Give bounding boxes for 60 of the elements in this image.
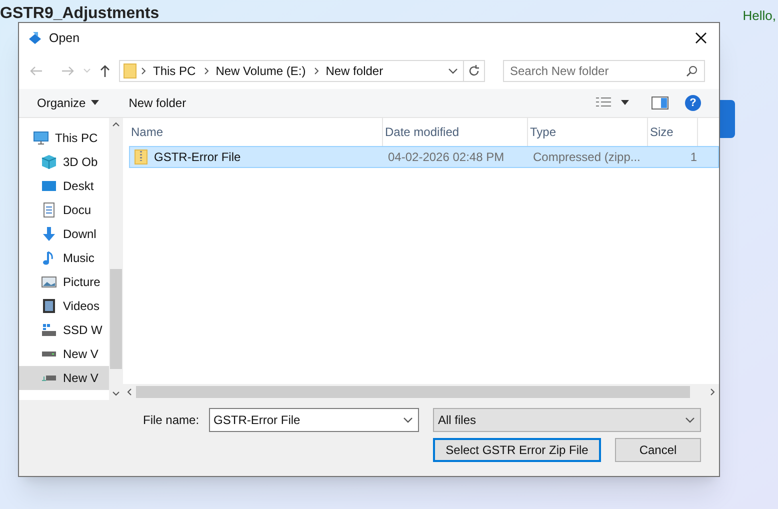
dropdown-icon[interactable] xyxy=(447,67,459,75)
caret-icon xyxy=(90,100,99,106)
scroll-down-icon[interactable] xyxy=(112,391,120,397)
up-arrow-icon[interactable] xyxy=(99,64,111,78)
zip-folder-icon xyxy=(134,149,148,165)
refresh-icon[interactable] xyxy=(467,64,481,78)
cube-icon xyxy=(41,154,57,170)
cancel-button[interactable]: Cancel xyxy=(615,438,701,462)
nav-item[interactable]: New V xyxy=(19,366,109,390)
nav-item[interactable]: 3D Ob xyxy=(19,150,109,174)
dialog-title: Open xyxy=(49,30,80,47)
help-button[interactable]: ? xyxy=(685,95,701,111)
organize-menu[interactable]: Organize xyxy=(37,94,99,112)
nav-item[interactable]: Videos xyxy=(19,294,109,318)
file-type-dropdown[interactable]: All files xyxy=(432,408,701,432)
download-icon xyxy=(41,226,57,242)
folder-icon xyxy=(123,63,137,79)
dropdown-icon[interactable] xyxy=(402,416,414,424)
doc-icon xyxy=(41,202,57,218)
table-cell-text: GSTR-Error File xyxy=(154,149,241,166)
table-cell-text: 1 xyxy=(689,149,698,166)
scroll-left-icon[interactable] xyxy=(126,388,132,396)
nav-item[interactable]: Music xyxy=(19,246,109,270)
file-name-field[interactable]: GSTR-Error File xyxy=(208,408,419,432)
video-icon xyxy=(41,298,57,314)
nav-item[interactable]: Picture xyxy=(19,270,109,294)
breadcrumb-item[interactable]: New folder xyxy=(326,62,384,80)
table-cell-text: 04-02-2026 02:48 PM xyxy=(387,149,506,166)
nav-item[interactable]: Deskt xyxy=(19,174,109,198)
search-icon xyxy=(686,65,698,77)
file-name-label: File name: xyxy=(143,412,200,429)
dropdown-icon xyxy=(684,416,696,424)
search-field[interactable]: Search New folder xyxy=(503,60,705,82)
nav-item[interactable]: SSD W xyxy=(19,318,109,342)
address-bar[interactable]: This PC New Volume (E:) New folder xyxy=(119,60,485,82)
view-options-icon[interactable] xyxy=(595,97,613,109)
pc-icon xyxy=(33,130,49,146)
page-title: GSTR9_Adjustments xyxy=(0,4,160,24)
nav-item[interactable]: Docu xyxy=(19,198,109,222)
file-row[interactable]: GSTR-Error File 04-02-2026 02:48 PM Compressed (zipp... 1 xyxy=(129,146,719,168)
horizontal-scrollbar[interactable] xyxy=(123,384,719,400)
scroll-up-icon[interactable] xyxy=(112,121,120,127)
breadcrumb-item[interactable]: This PC xyxy=(153,62,196,80)
desktop-icon xyxy=(41,178,57,194)
picture-icon xyxy=(41,274,57,290)
app-icon xyxy=(27,30,43,46)
vertical-scrollbar[interactable] xyxy=(109,118,123,400)
preview-pane-icon[interactable] xyxy=(651,96,669,110)
scroll-right-icon[interactable] xyxy=(710,388,716,396)
new-folder-button[interactable]: New folder xyxy=(128,94,186,112)
table-cell-text: Compressed (zipp... xyxy=(532,149,642,166)
nav-item[interactable]: This PC xyxy=(19,126,109,150)
breadcrumb-item[interactable]: New Volume (E:) xyxy=(216,62,306,80)
drive-icon xyxy=(41,350,57,358)
caret-icon[interactable] xyxy=(621,100,629,106)
select-button[interactable]: Select GSTR Error Zip File xyxy=(433,438,601,462)
close-icon[interactable] xyxy=(693,30,709,46)
greeting-text: Hello, xyxy=(742,7,777,25)
nav-item[interactable]: New V xyxy=(19,342,109,366)
nav-item[interactable]: Downl xyxy=(19,222,109,246)
